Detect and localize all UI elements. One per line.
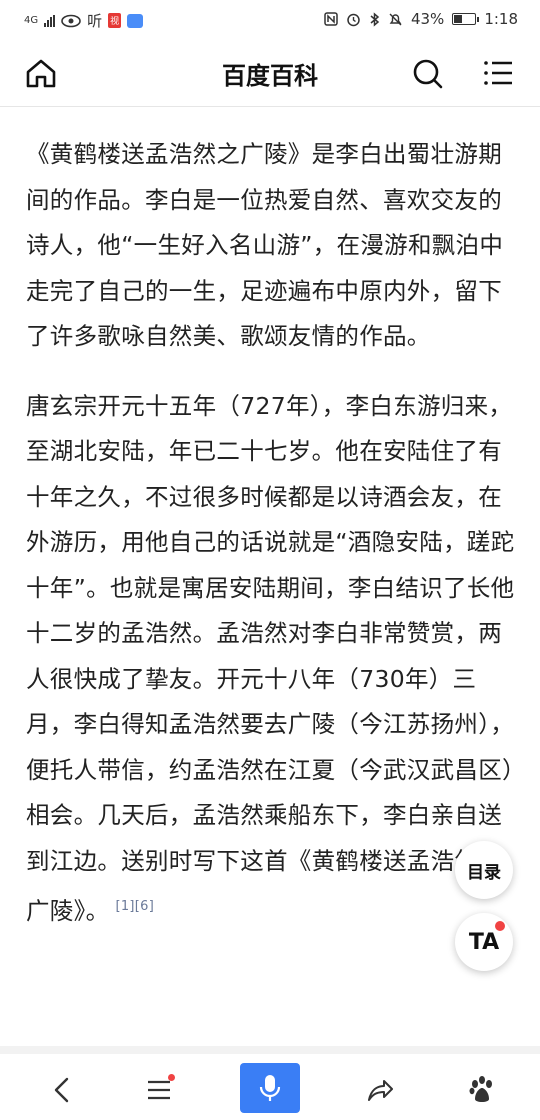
- divider: [0, 1046, 540, 1054]
- ta-button[interactable]: TA: [455, 913, 513, 971]
- toc-label: 目录: [467, 862, 501, 883]
- app-header: 百度百科: [0, 40, 540, 107]
- table-of-contents-button[interactable]: 目录: [455, 841, 513, 899]
- status-right: 43% 1:18: [324, 10, 518, 28]
- alarm-icon: [347, 13, 360, 26]
- list-icon[interactable]: [137, 1068, 181, 1112]
- voice-search-button[interactable]: [240, 1063, 300, 1113]
- bluetooth-icon: [370, 11, 380, 27]
- battery-percent: 43%: [410, 10, 445, 28]
- mic-icon: [259, 1075, 281, 1101]
- app-blue-icon: [127, 13, 144, 28]
- status-bar: 4G 听 视 43% 1:18: [0, 0, 540, 40]
- eye-icon: [61, 14, 81, 27]
- ta-label: TA: [468, 929, 500, 955]
- article-paragraph: 唐玄宗开元十五年（727年），李白东游归来，至湖北安陆，年已二十七岁。他在安陆住…: [26, 384, 516, 935]
- nfc-icon: [324, 12, 338, 26]
- share-icon[interactable]: [358, 1068, 402, 1112]
- paragraph-text: 唐玄宗开元十五年（727年），李白东游归来，至湖北安陆，年已二十七岁。他在安陆住…: [26, 391, 515, 925]
- reference-link[interactable]: [1][6]: [115, 899, 154, 914]
- status-left: 4G 听 视: [24, 10, 144, 31]
- article-body: 《黄鹤楼送孟浩然之广陵》是李白出蜀壮游期间的作品。李白是一位热爱自然、喜欢交友的…: [26, 132, 516, 958]
- menu-icon[interactable]: [482, 56, 516, 90]
- notification-dot: [168, 1074, 175, 1081]
- back-icon[interactable]: [40, 1068, 84, 1112]
- bottom-toolbar: [0, 1060, 540, 1120]
- search-icon[interactable]: [410, 56, 444, 90]
- battery-icon: [452, 13, 480, 25]
- mute-icon: [389, 13, 402, 25]
- app-badge: 视: [108, 13, 122, 28]
- clock-time: 1:18: [484, 10, 518, 28]
- article-paragraph: 《黄鹤楼送孟浩然之广陵》是李白出蜀壮游期间的作品。李白是一位热爱自然、喜欢交友的…: [26, 140, 504, 350]
- page-title: 百度百科: [222, 62, 318, 90]
- app-listen-label: 听: [87, 12, 103, 30]
- network-label: 4G: [24, 14, 39, 26]
- notification-dot: [495, 921, 505, 931]
- baidu-paw-icon[interactable]: [460, 1068, 504, 1112]
- signal-icon: [44, 14, 56, 27]
